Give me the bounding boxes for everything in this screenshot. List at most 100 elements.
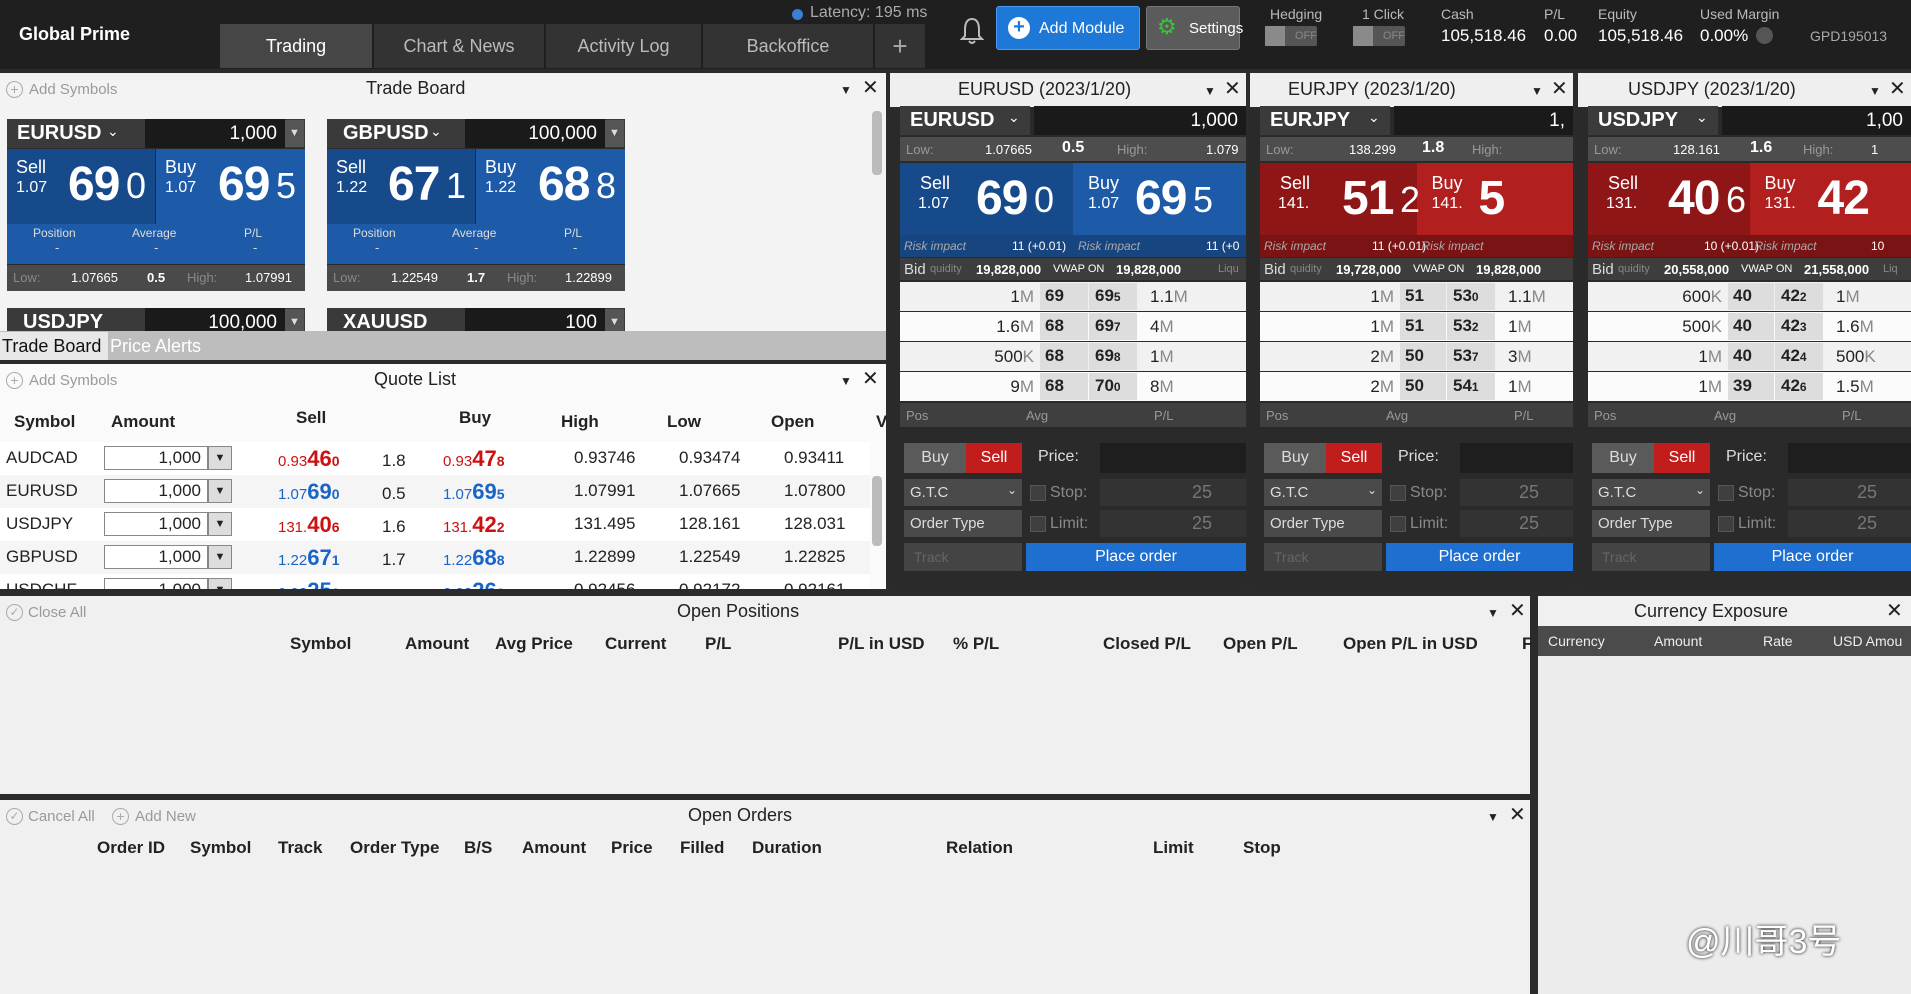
- amount-input[interactable]: 1,: [1394, 106, 1573, 135]
- buy-toggle[interactable]: Buy: [904, 443, 966, 473]
- tab-trading[interactable]: Trading: [220, 24, 372, 68]
- column-header[interactable]: Rate: [1763, 633, 1793, 649]
- limit-checkbox[interactable]: [1030, 516, 1046, 532]
- chevron-down-icon[interactable]: ⌄: [1368, 109, 1380, 126]
- price-input[interactable]: [1460, 443, 1573, 473]
- gtc-select[interactable]: G.T.C: [1264, 479, 1382, 506]
- close-icon[interactable]: ✕: [1509, 805, 1526, 825]
- chevron-down-icon[interactable]: ▼: [208, 446, 232, 470]
- add-new-button[interactable]: Add New: [135, 808, 196, 825]
- column-header[interactable]: F: [1522, 634, 1532, 654]
- chevron-down-icon[interactable]: ▼: [605, 120, 624, 147]
- close-icon[interactable]: ✕: [862, 369, 879, 389]
- vwap-toggle[interactable]: VWAP ON: [1053, 263, 1104, 275]
- gtc-select[interactable]: G.T.C: [904, 479, 1022, 506]
- chevron-down-icon[interactable]: ▼: [285, 309, 304, 331]
- column-header[interactable]: Open P/L in USD: [1343, 634, 1478, 654]
- column-header[interactable]: High: [561, 412, 599, 432]
- amount-input[interactable]: 1,000: [104, 479, 208, 503]
- tab-price-alerts[interactable]: Price Alerts: [110, 332, 220, 360]
- quote-symbol[interactable]: USDCHF: [6, 580, 77, 589]
- buy-price[interactable]: 131.422: [443, 512, 504, 538]
- chevron-down-icon[interactable]: ⌄: [430, 123, 442, 140]
- column-header[interactable]: Duration: [752, 838, 822, 858]
- chevron-down-icon[interactable]: ▼: [208, 578, 232, 589]
- close-icon[interactable]: ✕: [1224, 79, 1241, 99]
- quote-row[interactable]: EURUSD 1,000 ▼ 1.07690 0.5 1.07695 1.07991 1.07…: [0, 475, 870, 508]
- tab-chart-news[interactable]: Chart & News: [374, 24, 544, 68]
- track-button[interactable]: Track: [904, 543, 1022, 571]
- chevron-down-icon[interactable]: ▼: [208, 479, 232, 503]
- vwap-toggle[interactable]: VWAP ON: [1413, 263, 1464, 275]
- bell-icon[interactable]: [958, 16, 986, 46]
- column-header[interactable]: P/L: [705, 634, 731, 654]
- place-order-button[interactable]: Place order: [1026, 543, 1246, 571]
- column-header[interactable]: Stop: [1243, 838, 1281, 858]
- sell-price[interactable]: 1.22671: [278, 545, 339, 571]
- chevron-down-icon[interactable]: ▼: [285, 120, 304, 147]
- tile-symbol[interactable]: GBPUSD: [343, 122, 429, 145]
- column-header[interactable]: Buy: [459, 408, 491, 428]
- quote-row[interactable]: USDJPY 1,000 ▼ 131.406 1.6 131.422 131.495 128.…: [0, 508, 870, 541]
- column-header[interactable]: Symbol: [290, 634, 351, 654]
- column-header[interactable]: Order ID: [97, 838, 165, 858]
- tile-amount[interactable]: 1,000: [145, 119, 285, 148]
- tile-symbol[interactable]: EURUSD: [17, 122, 101, 145]
- add-circle-icon[interactable]: +: [6, 372, 23, 389]
- check-circle-icon[interactable]: ✓: [6, 808, 23, 825]
- sell-price[interactable]: 0.93460: [278, 446, 339, 472]
- chevron-down-icon[interactable]: ▼: [1204, 84, 1216, 98]
- column-header[interactable]: Order Type: [350, 838, 439, 858]
- depth-symbol[interactable]: EURJPY: [1270, 109, 1350, 132]
- chevron-down-icon[interactable]: ▼: [840, 374, 852, 388]
- column-header[interactable]: Sell: [296, 408, 326, 428]
- tab-trade-board[interactable]: Trade Board: [0, 332, 108, 360]
- buy-toggle[interactable]: Buy: [1592, 443, 1654, 473]
- column-header[interactable]: Relation: [946, 838, 1013, 858]
- add-circle-icon[interactable]: +: [112, 808, 129, 825]
- column-header[interactable]: Amount: [1654, 633, 1702, 649]
- quote-row[interactable]: GBPUSD 1,000 ▼ 1.22671 1.7 1.22688 1.22899 1.22…: [0, 541, 870, 574]
- stop-checkbox[interactable]: [1718, 485, 1734, 501]
- stop-input[interactable]: 25: [1100, 479, 1246, 506]
- column-header[interactable]: Filled: [680, 838, 724, 858]
- column-header[interactable]: V: [876, 412, 887, 432]
- chevron-down-icon[interactable]: ▼: [1487, 606, 1499, 620]
- limit-input[interactable]: 25: [1460, 510, 1573, 537]
- column-header[interactable]: B/S: [464, 838, 492, 858]
- buy-price[interactable]: 1.22688: [443, 545, 504, 571]
- close-icon[interactable]: ✕: [1509, 601, 1526, 621]
- check-circle-icon[interactable]: ✓: [6, 604, 23, 621]
- depth-symbol[interactable]: EURUSD: [910, 109, 994, 132]
- column-header[interactable]: Track: [278, 838, 322, 858]
- tile-amount[interactable]: 100,000: [145, 308, 285, 332]
- column-header[interactable]: Closed P/L: [1103, 634, 1191, 654]
- column-header[interactable]: Symbol: [190, 838, 251, 858]
- quote-symbol[interactable]: EURUSD: [6, 481, 78, 501]
- column-header[interactable]: Open P/L: [1223, 634, 1298, 654]
- amount-input[interactable]: 1,000: [1034, 106, 1246, 135]
- quote-row[interactable]: AUDCAD 1,000 ▼ 0.93460 1.8 0.93478 0.93746 0.93…: [0, 442, 870, 475]
- chevron-down-icon[interactable]: ▼: [208, 545, 232, 569]
- order-type-select[interactable]: Order Type: [904, 510, 1022, 537]
- chevron-down-icon[interactable]: ▼: [208, 512, 232, 536]
- column-header[interactable]: Amount: [522, 838, 586, 858]
- depth-symbol[interactable]: USDJPY: [1598, 109, 1678, 132]
- sell-toggle[interactable]: Sell: [1326, 443, 1382, 473]
- limit-checkbox[interactable]: [1718, 516, 1734, 532]
- buy-price[interactable]: 0.93478: [443, 446, 504, 472]
- buy-toggle[interactable]: Buy: [1264, 443, 1326, 473]
- chevron-down-icon[interactable]: ⌄: [1008, 109, 1020, 126]
- add-circle-icon[interactable]: +: [6, 81, 23, 98]
- tab-activity-log[interactable]: Activity Log: [546, 24, 701, 68]
- tile-symbol[interactable]: XAUUSD: [343, 311, 427, 332]
- sell-price[interactable]: 1.07690: [278, 479, 339, 505]
- tile-amount[interactable]: 100,000: [465, 119, 605, 148]
- chevron-down-icon[interactable]: ▼: [1487, 810, 1499, 824]
- close-icon[interactable]: ✕: [862, 78, 879, 98]
- column-header[interactable]: P/L in USD: [838, 634, 925, 654]
- place-order-button[interactable]: Place order: [1714, 543, 1911, 571]
- gtc-select[interactable]: G.T.C: [1592, 479, 1710, 506]
- column-header[interactable]: % P/L: [953, 634, 999, 654]
- sell-price[interactable]: 0.92250: [278, 578, 339, 589]
